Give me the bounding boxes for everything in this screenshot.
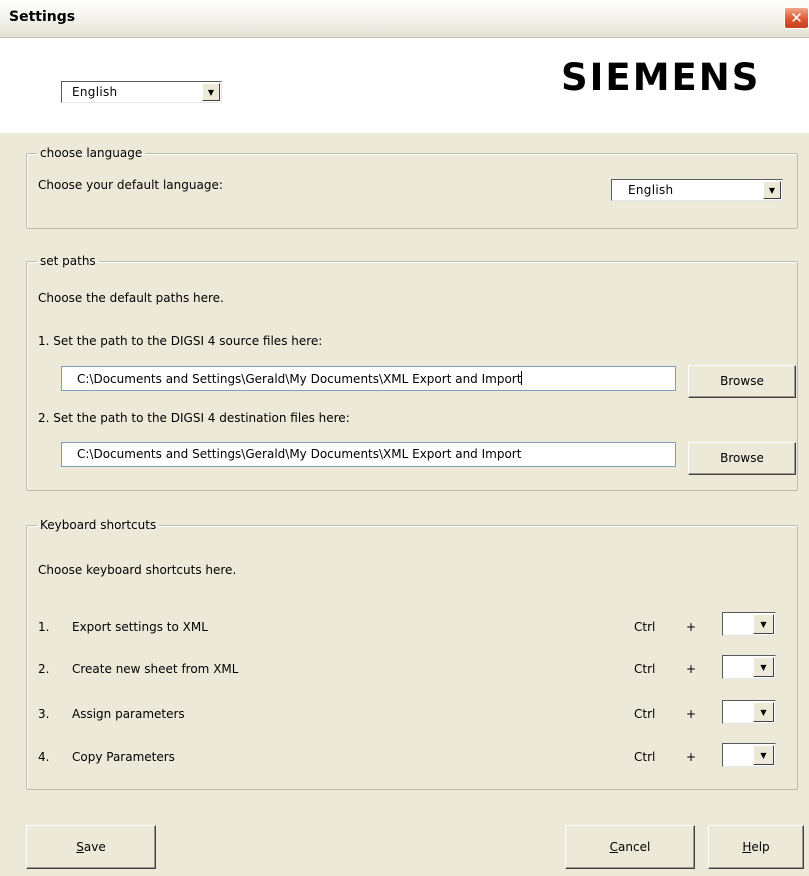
cancel-mnemonic: C [609,840,619,854]
help-button[interactable]: Help [708,825,804,869]
source-browse-button[interactable]: Browse [688,365,796,398]
shortcut-row-number: 1. [38,620,50,634]
shortcuts-intro: Choose keyboard shortcuts here. [38,563,237,577]
save-button[interactable]: Save [26,825,156,869]
destination-path-input[interactable]: C:\Documents and Settings\Gerald\My Docu… [61,442,676,467]
shortcut-plus: + [686,620,697,634]
header-language-select[interactable]: English ▼ [61,81,222,103]
text-cursor [521,371,523,385]
source-path-label: 1. Set the path to the DIGSI 4 source fi… [38,334,323,348]
shortcuts-group-legend: Keyboard shortcuts [40,518,157,532]
close-icon[interactable]: ✕ [784,7,809,29]
shortcut-row-number: 3. [38,707,50,721]
shortcut-row-label: Copy Parameters [72,750,175,764]
source-path-input[interactable]: C:\Documents and Settings\Gerald\My Docu… [61,366,676,391]
paths-group-legend: set paths [40,254,96,268]
save-label: ave [83,840,106,854]
shortcut-row-number: 4. [38,750,50,764]
shortcut-row-number: 2. [38,662,50,676]
settings-dialog: Settings ✕ English ▼ SIEMENS choose lang… [0,0,809,876]
shortcut-key-select[interactable]: ▼ [722,700,776,724]
help-mnemonic: H [742,840,752,854]
shortcut-plus: + [686,707,697,721]
window-title: Settings [9,9,76,25]
shortcut-plus: + [686,750,697,764]
chevron-down-icon[interactable]: ▼ [753,745,774,765]
cancel-button[interactable]: Cancel [565,825,695,869]
title-bar[interactable]: Settings ✕ [0,0,809,38]
chevron-down-icon[interactable]: ▼ [753,657,774,677]
chevron-down-icon[interactable]: ▼ [753,614,774,634]
destination-path-value: C:\Documents and Settings\Gerald\My Docu… [77,447,522,461]
shortcut-plus: + [686,662,697,676]
shortcut-key-select[interactable]: ▼ [722,612,776,636]
save-mnemonic: S [76,840,84,854]
cancel-label: ancel [618,840,651,854]
shortcut-row-label: Assign parameters [72,707,185,721]
default-language-label: Choose your default language: [38,178,223,192]
shortcut-modifier: Ctrl [634,620,656,634]
paths-intro: Choose the default paths here. [38,291,224,305]
source-path-value: C:\Documents and Settings\Gerald\My Docu… [77,372,522,386]
shortcut-key-select[interactable]: ▼ [722,655,776,679]
default-language-value: English [628,183,674,197]
chevron-down-icon[interactable]: ▼ [202,83,220,101]
shortcut-key-select[interactable]: ▼ [722,743,776,767]
shortcut-modifier: Ctrl [634,707,656,721]
siemens-logo: SIEMENS [561,56,761,99]
shortcut-row-label: Export settings to XML [72,620,208,634]
shortcut-modifier: Ctrl [634,662,656,676]
shortcut-row-label: Create new sheet from XML [72,662,239,676]
header-language-value: English [72,85,118,99]
destination-browse-button[interactable]: Browse [688,442,796,475]
default-language-select[interactable]: English ▼ [611,179,783,201]
chevron-down-icon[interactable]: ▼ [763,181,781,199]
chevron-down-icon[interactable]: ▼ [753,702,774,722]
language-group-legend: choose language [40,146,143,160]
help-label: elp [751,840,770,854]
destination-path-label: 2. Set the path to the DIGSI 4 destinati… [38,411,350,425]
shortcut-modifier: Ctrl [634,750,656,764]
